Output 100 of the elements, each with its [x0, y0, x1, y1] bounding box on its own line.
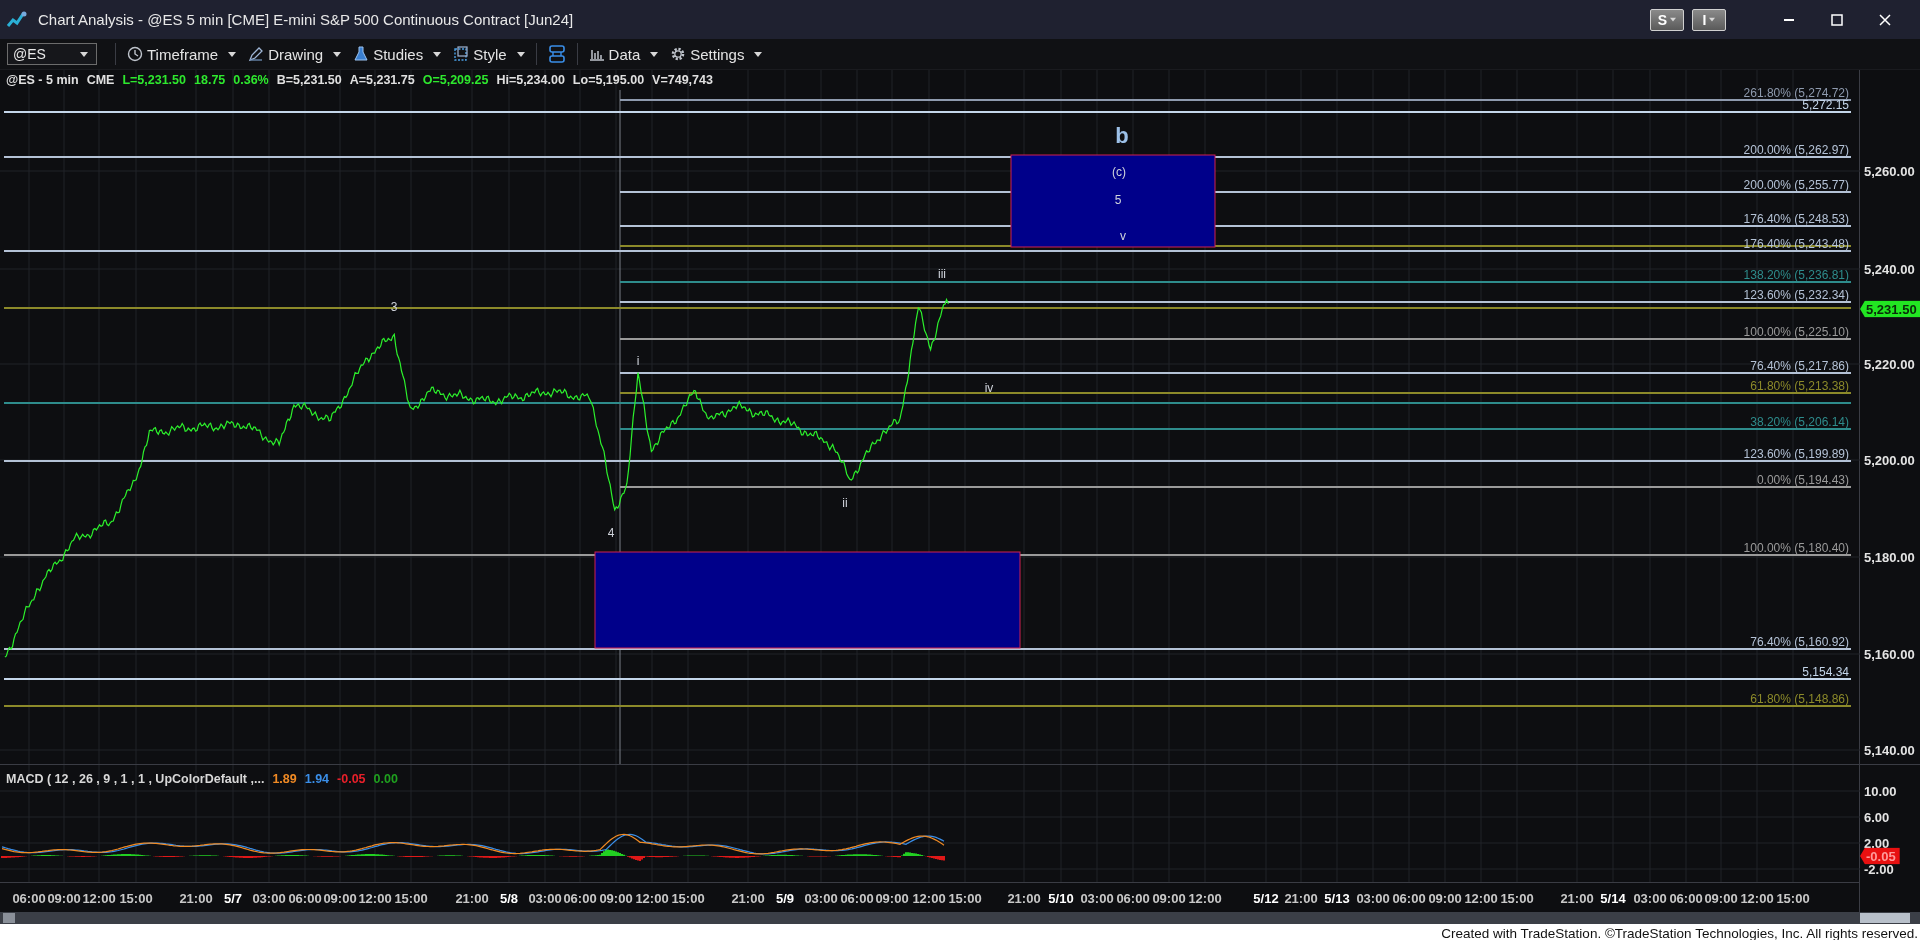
- pencil-icon: [248, 46, 265, 62]
- time-label: 12:00: [635, 891, 669, 906]
- fib-level-label: 61.80% (5,148.86): [1750, 692, 1849, 706]
- time-label: 21:00: [1284, 891, 1318, 906]
- time-label: 03:00: [804, 891, 838, 906]
- quote-value: B=5,231.50: [276, 73, 342, 87]
- time-label: 21:00: [179, 891, 213, 906]
- maximize-icon: [1831, 13, 1843, 26]
- app-logo-icon: [6, 9, 28, 30]
- time-label: 5/8: [499, 891, 519, 906]
- time-label: 15:00: [119, 891, 153, 906]
- fib-level-label: 76.40% (5,160.92): [1750, 635, 1849, 649]
- fib-level-label: 123.60% (5,199.89): [1743, 447, 1849, 461]
- last-price-tag: 5,231.50: [1860, 300, 1920, 318]
- layout-icon: [547, 44, 566, 64]
- wave-label: ii: [842, 496, 848, 510]
- minimize-icon: [1784, 18, 1794, 21]
- symbol-dropdown[interactable]: @ES: [7, 43, 97, 65]
- time-label: 09:00: [323, 891, 357, 906]
- window-title: Chart Analysis - @ES 5 min [CME] E-mini S&P 500 Continuous Contract [Jun24]: [38, 11, 575, 28]
- style-icon: [453, 46, 470, 62]
- wave-label: i: [636, 354, 640, 368]
- fib-level-label: 5,154.34: [1802, 665, 1849, 679]
- toolbar-button[interactable]: Settings: [665, 43, 768, 65]
- fib-level-label: 261.80% (5,274.72): [1743, 86, 1849, 100]
- indicator-value-tag: -0.05: [1860, 847, 1900, 865]
- indicator-axis-label: 10.00: [1864, 783, 1897, 799]
- close-icon: [1879, 13, 1891, 26]
- workspace-button[interactable]: S: [1650, 8, 1684, 31]
- wave-label: v: [1120, 229, 1126, 243]
- wave-label: iii: [938, 267, 946, 281]
- toolbar-button[interactable]: Drawing: [243, 43, 347, 65]
- time-label: 06:00: [1669, 891, 1703, 906]
- toolbar-button[interactable]: Data: [583, 43, 664, 65]
- caret-icon: [80, 51, 88, 57]
- indicator-value: 0.00: [373, 772, 398, 786]
- settings-icon: [670, 46, 687, 62]
- scrollbar[interactable]: [0, 912, 1920, 924]
- time-label: 06:00: [288, 891, 322, 906]
- workspace-button[interactable]: I: [1692, 8, 1726, 31]
- time-label: 12:00: [912, 891, 946, 906]
- time-label: 09:00: [1428, 891, 1462, 906]
- wave-label: 4: [607, 526, 615, 540]
- price-label: 5,140.00: [1864, 742, 1915, 758]
- toolbar-button[interactable]: Timeframe: [122, 43, 242, 65]
- wave-label: b: [1115, 123, 1129, 148]
- time-label: 5/13: [1324, 891, 1350, 906]
- time-label: 15:00: [948, 891, 982, 906]
- quote-value: Lo=5,195.00: [572, 73, 645, 87]
- fib-level-label: 123.60% (5,232.34): [1743, 288, 1849, 302]
- fib-level-label: 76.40% (5,217.86): [1750, 359, 1849, 373]
- clock-icon: [127, 46, 143, 62]
- time-label: 12:00: [358, 891, 392, 906]
- toolbar-button[interactable]: Style: [448, 43, 530, 65]
- quote-value: 0.36%: [233, 73, 269, 87]
- indicator-title: MACD ( 12 , 26 , 9 , 1 , 1 , UpColorDefault ,...: [6, 772, 265, 786]
- time-label: 06:00: [563, 891, 597, 906]
- time-label: 21:00: [455, 891, 489, 906]
- quote-value: @ES - 5 min: [6, 73, 79, 87]
- time-label: 12:00: [1464, 891, 1498, 906]
- time-label: 09:00: [1704, 891, 1738, 906]
- indicator-value: 1.94: [304, 772, 330, 786]
- fib-level-label: 200.00% (5,255.77): [1743, 178, 1849, 192]
- fib-level-label: 100.00% (5,225.10): [1743, 325, 1849, 339]
- fib-level-label: 61.80% (5,213.38): [1750, 379, 1849, 393]
- time-label: 5/7: [223, 891, 243, 906]
- price-label: 5,180.00: [1864, 549, 1915, 565]
- fib-level-label: 138.20% (5,236.81): [1743, 268, 1849, 282]
- time-label: 15:00: [1776, 891, 1810, 906]
- quote-value: L=5,231.50: [122, 73, 186, 87]
- wave-label: iv: [984, 381, 994, 395]
- price-label: 5,260.00: [1864, 163, 1915, 179]
- time-label: 03:00: [1080, 891, 1114, 906]
- time-label: 5/12: [1253, 891, 1279, 906]
- time-label: 21:00: [731, 891, 765, 906]
- quote-value: V=749,743: [652, 73, 713, 87]
- quote-value: A=5,231.75: [349, 73, 415, 87]
- time-label: 21:00: [1007, 891, 1041, 906]
- time-label: 06:00: [12, 891, 46, 906]
- time-label: 5/9: [775, 891, 795, 906]
- time-label: 06:00: [840, 891, 874, 906]
- time-label: 12:00: [82, 891, 116, 906]
- caret-icon: [228, 51, 237, 57]
- caret-icon: [754, 51, 763, 57]
- indicator-value: 1.89: [272, 772, 297, 786]
- indicator-value: -0.05: [337, 772, 366, 786]
- price-label: 5,240.00: [1864, 261, 1915, 277]
- time-label: 09:00: [875, 891, 909, 906]
- fib-level-label: 5,272.15: [1802, 98, 1849, 112]
- quote-value: 18.75: [194, 73, 226, 87]
- time-label: 12:00: [1740, 891, 1774, 906]
- time-label: 06:00: [1116, 891, 1150, 906]
- time-label: 15:00: [1500, 891, 1534, 906]
- toolbar-button[interactable]: Studies: [348, 43, 447, 65]
- time-label: 09:00: [599, 891, 633, 906]
- fib-level-label: 200.00% (5,262.97): [1743, 143, 1849, 157]
- caret-icon: [333, 51, 342, 57]
- caret-icon: [1709, 17, 1716, 22]
- price-label: 5,200.00: [1864, 452, 1915, 468]
- caret-icon: [1670, 17, 1677, 22]
